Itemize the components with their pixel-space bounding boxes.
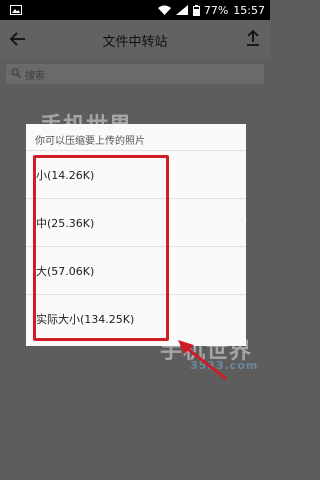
upload-icon[interactable]: [246, 29, 260, 50]
search-input[interactable]: 搜索: [6, 64, 264, 84]
battery-percent: 77%: [203, 3, 229, 17]
search-placeholder: 搜索: [25, 70, 45, 82]
page-title: 文件中转站: [102, 34, 168, 50]
arrow-left-icon[interactable]: [9, 31, 26, 50]
wifi-icon: [157, 5, 171, 15]
clock: 15:57: [233, 3, 265, 17]
gallery-icon: [10, 5, 22, 15]
toolbar: 文件中转站: [0, 20, 270, 60]
signal-icon: [175, 5, 188, 15]
search-icon: [11, 67, 21, 81]
battery-icon: [192, 4, 200, 16]
dialog-title: 你可以压缩要上传的照片: [35, 136, 145, 147]
status-bar: 77% 15:57: [0, 0, 270, 20]
pointer-arrow-icon: [178, 340, 227, 380]
options-highlight-box: [33, 155, 169, 341]
